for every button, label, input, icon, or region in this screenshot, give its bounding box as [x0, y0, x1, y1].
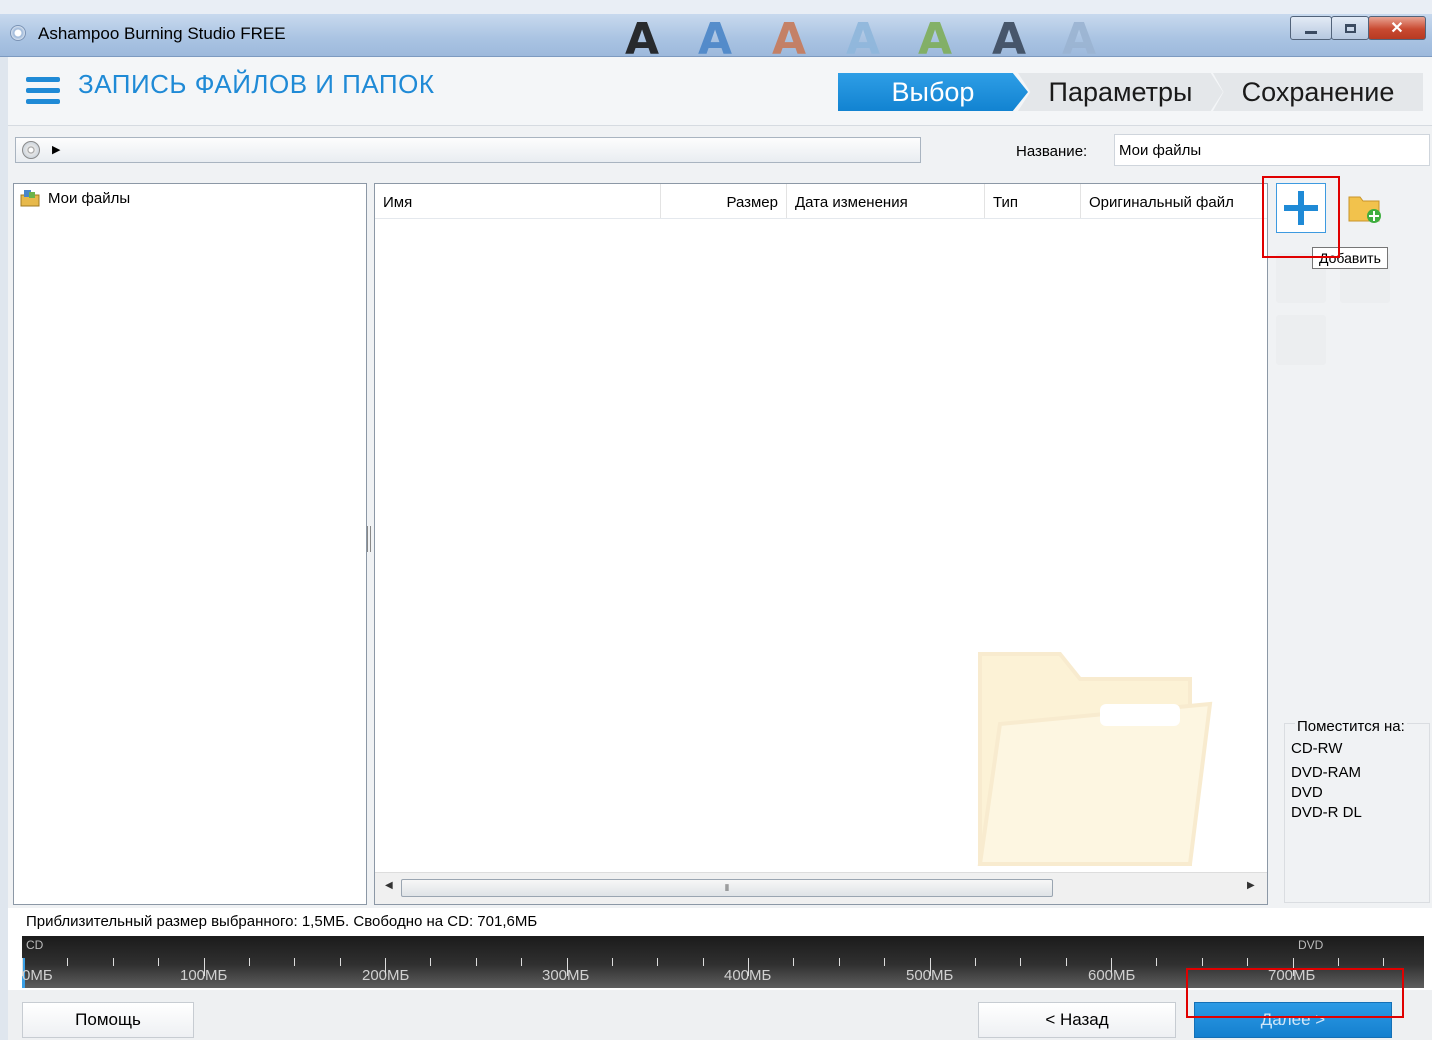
window-title: Ashampoo Burning Studio FREE [38, 24, 286, 43]
tree-item-label: Мои файлы [48, 189, 131, 207]
main-area: Мои файлы Имя Размер Дата изменения Тип … [8, 176, 1432, 908]
step-select[interactable]: Выбор [838, 73, 1028, 111]
capacity-tick [748, 958, 749, 976]
breadcrumb-arrow-icon[interactable]: ▶ [52, 143, 60, 156]
capacity-tick [1338, 958, 1339, 966]
close-button[interactable]: ✕ [1368, 16, 1426, 40]
capacity-tick [1247, 958, 1248, 966]
path-breadcrumb[interactable]: ▶ [15, 137, 921, 163]
window-left-border [0, 57, 8, 1040]
maximize-icon [1344, 23, 1356, 33]
capacity-tick [703, 958, 704, 966]
step-parameters[interactable]: Параметры [1018, 73, 1223, 111]
capacity-tick [657, 958, 658, 966]
horizontal-scrollbar[interactable]: ◀ ⦀ ▶ [375, 872, 1267, 904]
capacity-tick [1111, 958, 1112, 976]
capacity-tick [113, 958, 114, 966]
page-header: ЗАПИСЬ ФАЙЛОВ И ПАПОК Выбор Параметры Со… [8, 57, 1432, 126]
pane-splitter[interactable] [367, 526, 371, 552]
fits-item: DVD [1291, 784, 1323, 801]
capacity-tick [612, 958, 613, 966]
name-label: Название: [1016, 143, 1088, 160]
file-list[interactable]: Имя Размер Дата изменения Тип Оригинальн… [374, 183, 1268, 905]
capacity-tick [839, 958, 840, 966]
column-header-row: Имя Размер Дата изменения Тип Оригинальн… [375, 184, 1267, 219]
folder-watermark-icon [977, 652, 1213, 866]
capacity-tick [204, 958, 205, 976]
capacity-tick [22, 958, 23, 976]
cd-icon [22, 141, 40, 159]
status-text: Приблизительный размер выбранного: 1,5МБ… [26, 913, 538, 930]
title-bar: Ashampoo Burning Studio FREE A A A A A A… [0, 14, 1432, 65]
highlight-box-next [1186, 968, 1404, 1018]
capacity-tick [1202, 958, 1203, 966]
save-disabled-icon[interactable] [1276, 315, 1326, 365]
fits-item: DVD-R DL [1291, 804, 1362, 821]
scroll-right-icon[interactable]: ▶ [1247, 880, 1255, 891]
close-icon: ✕ [1390, 20, 1404, 37]
capacity-tick [884, 958, 885, 966]
capacity-tick [385, 958, 386, 976]
capacity-tick [1020, 958, 1021, 966]
capacity-tick [340, 958, 341, 966]
column-type[interactable]: Тип [985, 184, 1081, 218]
capacity-tick [1066, 958, 1067, 966]
back-button[interactable]: < Назад [978, 1002, 1176, 1038]
page-title: ЗАПИСЬ ФАЙЛОВ И ПАПОК [78, 69, 435, 99]
capacity-tick [567, 958, 568, 976]
app-icon [10, 25, 26, 41]
fits-on-panel: Поместится на: CD-RW DVD-RAM DVD DVD-R D… [1284, 718, 1430, 903]
fits-on-title: Поместится на: [1295, 718, 1407, 735]
capacity-tick [793, 958, 794, 966]
capacity-tick [930, 958, 931, 976]
tree-item-my-files[interactable]: Мои файлы [20, 189, 130, 207]
maximize-button[interactable] [1331, 16, 1369, 40]
add-folder-icon [1348, 196, 1381, 223]
column-date-modified[interactable]: Дата изменения [787, 184, 985, 218]
path-row: ▶ Название: [8, 126, 1432, 176]
fits-item: CD-RW [1291, 740, 1343, 757]
my-files-icon [20, 189, 40, 207]
capacity-tick [476, 958, 477, 966]
scale-label: 0МБ [22, 967, 53, 984]
capacity-tick [158, 958, 159, 966]
scroll-thumb[interactable]: ⦀ [401, 879, 1053, 897]
capacity-cd-label: CD [26, 938, 44, 952]
capacity-dvd-label: DVD [1298, 938, 1324, 952]
capacity-tick [521, 958, 522, 966]
capacity-tick [975, 958, 976, 966]
capacity-tick [249, 958, 250, 966]
column-name[interactable]: Имя [375, 184, 661, 218]
highlight-box-add [1262, 176, 1340, 258]
minimize-button[interactable] [1290, 16, 1332, 40]
scale-label: 300МБ [542, 967, 590, 984]
capacity-tick [1156, 958, 1157, 966]
menu-icon[interactable] [26, 77, 60, 105]
capacity-tick [430, 958, 431, 966]
name-input[interactable] [1114, 134, 1430, 166]
capacity-tick [67, 958, 68, 966]
fits-item: DVD-RAM [1291, 764, 1361, 781]
right-toolbar: Добавить Поместится на: CD-RW DVD-RAM DV… [1276, 183, 1430, 905]
step-save[interactable]: Сохранение [1213, 73, 1423, 111]
background-ribbon-strip [0, 0, 1432, 14]
folder-tree[interactable]: Мои файлы [13, 183, 367, 905]
help-button[interactable]: Помощь [22, 1002, 194, 1038]
capacity-tick [294, 958, 295, 966]
capacity-tick [1383, 958, 1384, 966]
add-folder-button[interactable] [1340, 183, 1390, 233]
minimize-icon [1305, 30, 1317, 34]
column-size[interactable]: Размер [661, 184, 787, 218]
column-original-file[interactable]: Оригинальный файл [1081, 184, 1267, 218]
scroll-left-icon[interactable]: ◀ [385, 880, 393, 891]
